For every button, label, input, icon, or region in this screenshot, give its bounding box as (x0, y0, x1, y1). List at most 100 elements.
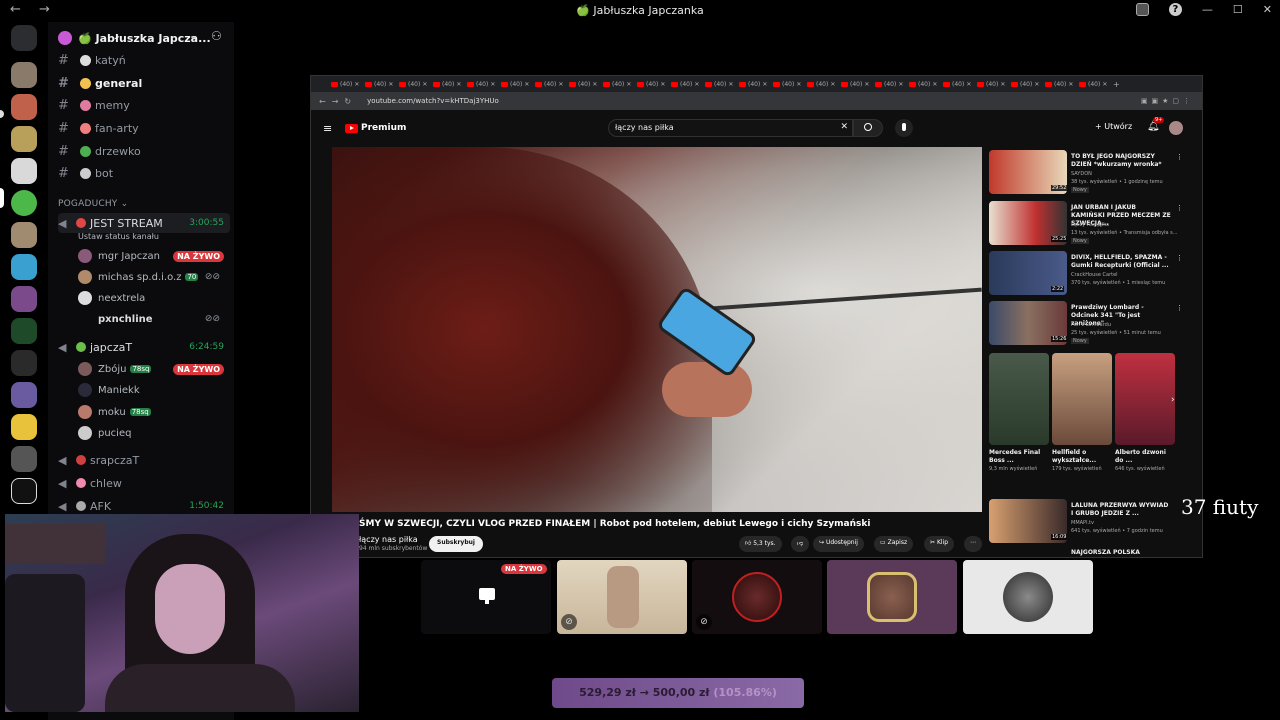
voice-user[interactable]: Zbóju 78sq NA ŻYWO (78, 359, 228, 379)
nav-arrows-icon[interactable]: ←→↻ (319, 97, 357, 106)
browser-tab[interactable]: (40) ✕ (603, 81, 637, 88)
server-icon[interactable] (11, 222, 37, 248)
channel-katyn[interactable]: # katyń (58, 50, 228, 70)
participant-tile[interactable] (827, 560, 957, 634)
video-player[interactable] (332, 147, 982, 512)
more-icon[interactable]: ⋮ (1176, 254, 1183, 262)
related-video[interactable]: 16:09 LALUNA PRZERWYA WYWIAD I GRUBO JED… (989, 499, 1189, 545)
menu-icon[interactable]: ≡ (323, 122, 332, 135)
voice-user[interactable]: Maniekk (78, 380, 228, 400)
browser-tab[interactable]: (40) ✕ (637, 81, 671, 88)
channel-memy[interactable]: # memy (58, 95, 228, 115)
channel-name[interactable]: łączy nas piłka (359, 535, 418, 544)
minimize-button[interactable]: — (1202, 3, 1213, 16)
browser-tab[interactable]: (40) ✕ (467, 81, 501, 88)
participant-tile[interactable] (963, 560, 1093, 634)
related-video[interactable]: 25:25 JAN URBAN I JAKUB KAMIŃSKI PRZED M… (989, 201, 1189, 247)
browser-tab[interactable]: (40) ✕ (1079, 81, 1113, 88)
more-icon[interactable]: ⋮ (1176, 153, 1183, 161)
voice-user[interactable]: neextrela (78, 288, 228, 308)
subscribe-button[interactable]: Subskrybuj (429, 536, 483, 552)
save-button[interactable]: ▭ Zapisz (874, 536, 914, 552)
voice-channel-afk[interactable]: ◀ AFK 1:50:42 (58, 496, 230, 516)
browser-tab[interactable]: (40) ✕ (943, 81, 977, 88)
browser-actions-icon[interactable]: ▣▣★▢⋮ (1141, 97, 1194, 105)
share-button[interactable]: ↪ Udostępnij (813, 536, 864, 552)
short-thumbnail[interactable] (989, 353, 1049, 445)
notifications-bell-icon[interactable]: 🔔︎ 9+ (1147, 117, 1165, 132)
url-field[interactable]: youtube.com/watch?v=kHTDaj3YHUo (367, 97, 499, 105)
help-icon[interactable]: ? (1168, 3, 1182, 16)
related-video[interactable]: 15:26 Prawdziwy Lombard - Odcinek 341 "T… (989, 301, 1189, 347)
server-icon-active[interactable] (11, 190, 37, 216)
server-icon[interactable] (11, 382, 37, 408)
chevron-down-icon[interactable]: ⌄ (189, 31, 197, 42)
participant-tile[interactable]: ⊘ (557, 560, 687, 634)
avatar[interactable] (1169, 121, 1183, 135)
channel-general[interactable]: # general (58, 73, 228, 93)
inbox-icon[interactable] (1135, 3, 1149, 16)
channel-bot[interactable]: # bot (58, 163, 228, 183)
voice-channel-jest-stream[interactable]: ◀ JEST STREAM 3:00:55 (58, 213, 230, 233)
browser-tab[interactable]: (40) ✕ (399, 81, 433, 88)
create-button[interactable]: + Utwórz (1095, 122, 1132, 131)
voice-user[interactable]: mgr Japczan NA ŻYWO (78, 246, 228, 266)
server-icon[interactable] (11, 286, 37, 312)
browser-tab[interactable]: (40) ✕ (535, 81, 569, 88)
browser-tab[interactable]: (40) ✕ (841, 81, 875, 88)
server-icon[interactable] (11, 350, 37, 376)
clip-button[interactable]: ✂ Klip (924, 536, 955, 552)
voice-user[interactable]: pxnchline ⊘⊘ (78, 309, 228, 329)
more-icon[interactable]: ⋮ (1176, 304, 1183, 312)
browser-tab[interactable]: (40) ✕ (909, 81, 943, 88)
server-icon[interactable] (11, 158, 37, 184)
invite-icon[interactable]: ⚇ (211, 29, 222, 43)
browser-tab[interactable]: (40) ✕ (433, 81, 467, 88)
server-icon[interactable] (11, 446, 37, 472)
category-pogaduchy[interactable]: POGADUCHY ⌄ (58, 199, 128, 209)
microphone-icon[interactable] (895, 119, 913, 137)
browser-tab[interactable]: (40) ✕ (773, 81, 807, 88)
channel-drzewko[interactable]: # drzewko (58, 141, 228, 161)
participant-tile[interactable]: ⊘ (692, 560, 822, 634)
chevron-right-icon[interactable]: › (1171, 395, 1175, 405)
youtube-logo[interactable]: Premium (345, 123, 406, 133)
server-icon[interactable] (11, 62, 37, 88)
clear-search-icon[interactable]: ✕ (840, 122, 848, 132)
more-icon[interactable]: ⋮ (1176, 204, 1183, 212)
server-icon[interactable] (11, 478, 37, 504)
close-button[interactable]: ✕ (1263, 3, 1272, 16)
short-thumbnail[interactable] (1115, 353, 1175, 445)
channel-fan-arty[interactable]: # fan-arty (58, 118, 228, 138)
voice-channel-chlew[interactable]: ◀ chlew (58, 473, 230, 493)
related-video[interactable]: 29:52 TO BYŁ JEGO NAJGORSZY DZIEŃ *wkurz… (989, 150, 1189, 196)
search-input[interactable]: łączy nas piłka ✕ (608, 119, 853, 137)
browser-tab[interactable]: (40) ✕ (1045, 81, 1079, 88)
channel-status-prompt[interactable]: Ustaw status kanału (78, 232, 159, 241)
browser-tab[interactable]: (40) ✕ (501, 81, 535, 88)
browser-tab[interactable]: (40) ✕ (569, 81, 603, 88)
browser-tab[interactable]: (40) ✕ (671, 81, 705, 88)
browser-tab[interactable]: (40) ✕ (807, 81, 841, 88)
browser-tab[interactable]: (40) ✕ (1011, 81, 1045, 88)
new-tab-icon[interactable]: + (1113, 80, 1120, 89)
shared-browser-window[interactable]: (40) ✕ (40) ✕ (40) ✕ (40) ✕ (40) ✕ (40) … (310, 75, 1203, 558)
participant-tile-screen[interactable]: NA ŻYWO (421, 560, 551, 634)
like-button[interactable]: 👍︎ 5,3 tys. (739, 536, 782, 552)
voice-user[interactable]: pucieq (78, 423, 228, 443)
related-video[interactable]: NAJGORSZA POLSKA (989, 549, 1189, 557)
voice-user[interactable]: michas sp.d.i.o.z 70 ⊘⊘ (78, 267, 228, 287)
browser-tab[interactable]: (40) ✕ (739, 81, 773, 88)
browser-tab[interactable]: (40) ✕ (875, 81, 909, 88)
related-video[interactable]: 2:22 DIVIX, HELLFIELD, SPAZMA - Gumki Re… (989, 251, 1189, 297)
voice-channel-srapczat[interactable]: ◀ srapczaT (58, 450, 230, 470)
search-icon[interactable] (853, 119, 883, 137)
voice-user[interactable]: moku 78sq (78, 402, 228, 422)
browser-tab[interactable]: (40) ✕ (705, 81, 739, 88)
browser-tab[interactable]: (40) ✕ (977, 81, 1011, 88)
maximize-button[interactable]: ☐ (1233, 3, 1243, 16)
short-thumbnail[interactable] (1052, 353, 1112, 445)
server-icon[interactable] (11, 414, 37, 440)
server-icon[interactable] (11, 254, 37, 280)
more-actions-button[interactable]: ⋯ (964, 536, 982, 552)
